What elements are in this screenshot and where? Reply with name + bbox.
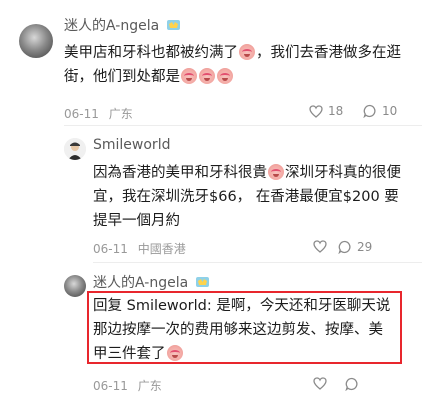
like-button[interactable]: 18 (309, 104, 343, 118)
crown-emoji-icon (195, 277, 209, 287)
crying-laughing-face-emoji-icon (239, 44, 255, 60)
crown-emoji-icon (166, 20, 180, 30)
avatar-figure (64, 138, 86, 160)
like-button[interactable] (313, 240, 332, 253)
author-name-text: 迷人的A-ngela (93, 275, 189, 291)
comment-icon (345, 377, 358, 391)
comment-text: 美甲店和牙科也都被约满了 ，我们去香港做多在逛街，他们到处都是 (64, 44, 401, 85)
author-name[interactable]: 迷人的A-ngela (93, 272, 210, 292)
comment-text: 因為香港的美甲和牙科很貴 深圳牙科真的很便宜，我在深圳洗牙$66， 在香港最便宜$… (93, 164, 401, 229)
reply-button[interactable]: 10 (363, 104, 397, 118)
crying-laughing-face-emoji-icon (217, 68, 233, 84)
comment-icon (338, 240, 351, 254)
reply-button[interactable]: 29 (338, 240, 372, 254)
comment-location: 中國香港 (137, 242, 186, 256)
heart-icon (313, 240, 327, 253)
comment-meta: 06-11 中國香港 (93, 240, 192, 257)
comment-meta: 06-11 广东 (64, 105, 139, 122)
comment-location: 广东 (108, 107, 133, 121)
comment-meta: 06-11 广东 (93, 377, 168, 394)
like-button[interactable] (313, 377, 332, 390)
heart-icon (313, 377, 327, 390)
reply-to-link[interactable]: Smileworld (127, 298, 207, 314)
comment-text: 回复 Smileworld: 是啊，今天还和牙医聊天说那边按摩一次的费用够来这边… (93, 298, 391, 362)
crying-laughing-face-emoji-icon (268, 164, 284, 180)
reply-count: 29 (357, 240, 373, 254)
divider (64, 125, 422, 126)
comment-date: 06-11 (93, 379, 128, 393)
comment-date: 06-11 (64, 107, 99, 121)
avatar[interactable] (64, 275, 86, 297)
crying-laughing-face-emoji-icon (166, 345, 183, 361)
reply-button[interactable] (345, 377, 364, 391)
like-count: 18 (328, 104, 344, 118)
author-name[interactable]: 迷人的A-ngela (64, 15, 181, 35)
crying-laughing-face-emoji-icon (199, 68, 215, 84)
author-name[interactable]: Smileworld (93, 137, 170, 153)
avatar[interactable] (64, 138, 86, 160)
comment-date: 06-11 (93, 242, 128, 256)
comment-location: 广东 (137, 379, 162, 393)
divider (93, 262, 422, 263)
author-name-text: 迷人的A-ngela (64, 18, 160, 34)
crying-laughing-face-emoji-icon (181, 68, 197, 84)
comment-icon (363, 104, 376, 118)
reply-count: 10 (382, 104, 398, 118)
avatar[interactable] (19, 24, 53, 58)
heart-icon (309, 104, 323, 118)
